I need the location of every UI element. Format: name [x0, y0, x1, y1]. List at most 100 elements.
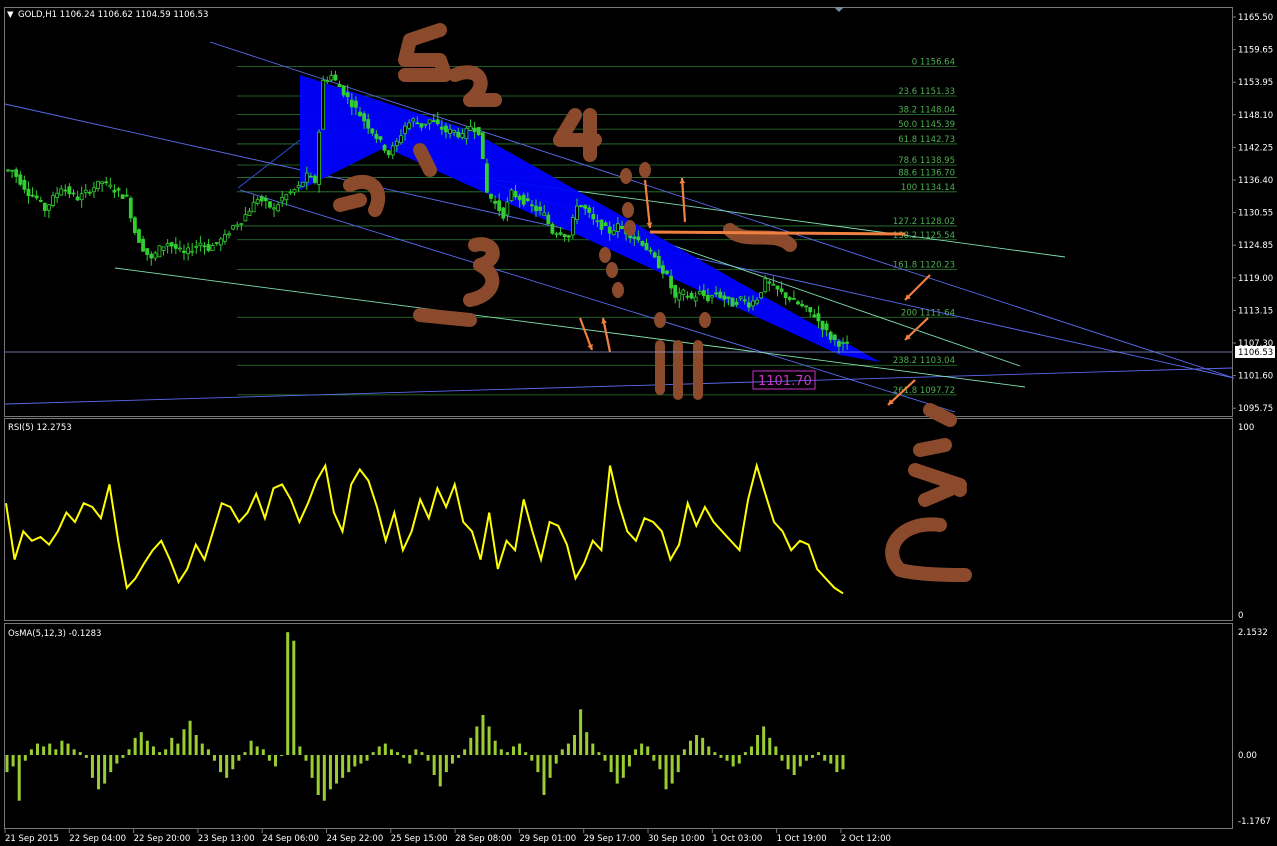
- candle-body: [6, 169, 10, 172]
- osma-bar: [84, 755, 88, 758]
- candle-body: [210, 244, 215, 251]
- annotation-dot: [654, 312, 666, 328]
- candle-body: [517, 195, 522, 201]
- price-axis-label: 1130.55: [1238, 209, 1273, 219]
- candle-body: [456, 131, 461, 138]
- candle-body: [288, 191, 293, 194]
- candle-body: [325, 80, 330, 83]
- osma-bar: [719, 755, 723, 758]
- osma-bar: [261, 749, 265, 755]
- candle-body: [231, 225, 236, 230]
- candle-body: [710, 295, 714, 298]
- chart-menu-arrow-icon[interactable]: ▼: [7, 10, 14, 20]
- osma-bar: [725, 755, 729, 761]
- candle-body: [370, 128, 375, 134]
- candle-body: [18, 174, 23, 185]
- candle-body: [505, 201, 510, 216]
- osma-bar: [804, 755, 808, 761]
- osma-bar: [810, 755, 814, 758]
- candle-body: [223, 234, 227, 242]
- candle-body: [182, 250, 186, 253]
- osma-bar: [188, 720, 192, 755]
- candle-body: [808, 307, 813, 313]
- candle-body: [464, 127, 469, 139]
- price-axis-label: 1153.95: [1238, 78, 1273, 88]
- osma-bar: [225, 755, 229, 778]
- candle-body: [55, 192, 60, 198]
- rsi-axis-top: 100: [1238, 423, 1254, 433]
- candle-body: [79, 193, 84, 201]
- osma-bar: [640, 743, 644, 755]
- candle-body: [681, 289, 686, 295]
- candle-body: [726, 296, 731, 299]
- candle-body: [771, 283, 776, 286]
- candle-body: [493, 200, 497, 204]
- candle-body: [640, 240, 645, 246]
- candle-body: [742, 299, 747, 302]
- candle-body: [656, 255, 661, 269]
- candle-body: [141, 238, 145, 252]
- price-axis-label: 1113.15: [1238, 306, 1273, 316]
- time-axis[interactable]: 21 Sep 2015 22 Sep 04:00 22 Sep 20:00 23 Se…: [4, 829, 891, 844]
- candle-body: [509, 189, 514, 202]
- osma-bar: [829, 755, 833, 764]
- candle-body: [321, 79, 326, 130]
- candle-body: [137, 229, 141, 243]
- osma-bar: [353, 755, 357, 767]
- candle-body: [521, 194, 526, 205]
- time-axis-label: 2 Oct 12:00: [841, 834, 891, 844]
- trading-chart[interactable]: 0 1156.64 23.6 1151.33 38.2 1148.04 50.0 11…: [0, 0, 1277, 846]
- candle-body: [734, 301, 739, 305]
- osma-bar: [444, 755, 448, 773]
- main-panel[interactable]: [4, 7, 1233, 417]
- candle-body: [42, 203, 47, 211]
- osma-bar: [463, 749, 467, 755]
- candle-body: [92, 187, 96, 193]
- candle-body: [313, 175, 317, 183]
- osma-bar: [841, 755, 845, 770]
- candle-body: [693, 296, 698, 302]
- candle-body: [603, 222, 608, 227]
- candle-body: [300, 181, 305, 187]
- candle-body: [497, 200, 502, 212]
- candle-body: [407, 122, 412, 129]
- candle-body: [665, 270, 669, 274]
- osma-bar: [194, 735, 198, 755]
- annotation-dot: [620, 168, 632, 184]
- osma-bar: [5, 755, 9, 773]
- fib-level-label: 138.2 1125.54: [893, 231, 955, 241]
- osma-bar: [414, 749, 418, 755]
- candle-body: [730, 297, 735, 307]
- rsi-panel[interactable]: [4, 418, 1233, 621]
- osma-bar: [652, 755, 656, 761]
- price-axis-label: 1142.25: [1238, 143, 1273, 153]
- candle-body: [644, 243, 649, 251]
- osma-bar: [603, 755, 607, 761]
- candle-body: [554, 233, 559, 236]
- candle-body: [779, 288, 784, 292]
- osma-bar: [664, 755, 668, 790]
- price-axis-label: 1136.40: [1238, 176, 1273, 186]
- osma-bar: [255, 746, 259, 755]
- time-axis-label: 1 Oct 03:00: [712, 834, 762, 844]
- candle-body: [452, 130, 457, 133]
- candle-body: [439, 126, 444, 130]
- osma-bar: [316, 755, 320, 795]
- candle-body: [394, 140, 399, 146]
- candle-body: [173, 244, 178, 249]
- osma-bar: [164, 749, 168, 755]
- candle-body: [218, 238, 223, 246]
- osma-bar: [646, 746, 650, 755]
- osma-bar: [304, 755, 308, 761]
- osma-bar: [219, 755, 223, 773]
- candle-body: [636, 236, 641, 241]
- candle-body: [787, 297, 792, 300]
- osma-bar: [505, 752, 509, 755]
- candle-body: [87, 191, 92, 194]
- candle-body: [308, 175, 313, 178]
- osma-bar: [29, 749, 33, 755]
- candle-body: [837, 340, 841, 347]
- osma-bar: [176, 743, 180, 755]
- candle-body: [824, 323, 829, 331]
- candle-body: [845, 341, 849, 344]
